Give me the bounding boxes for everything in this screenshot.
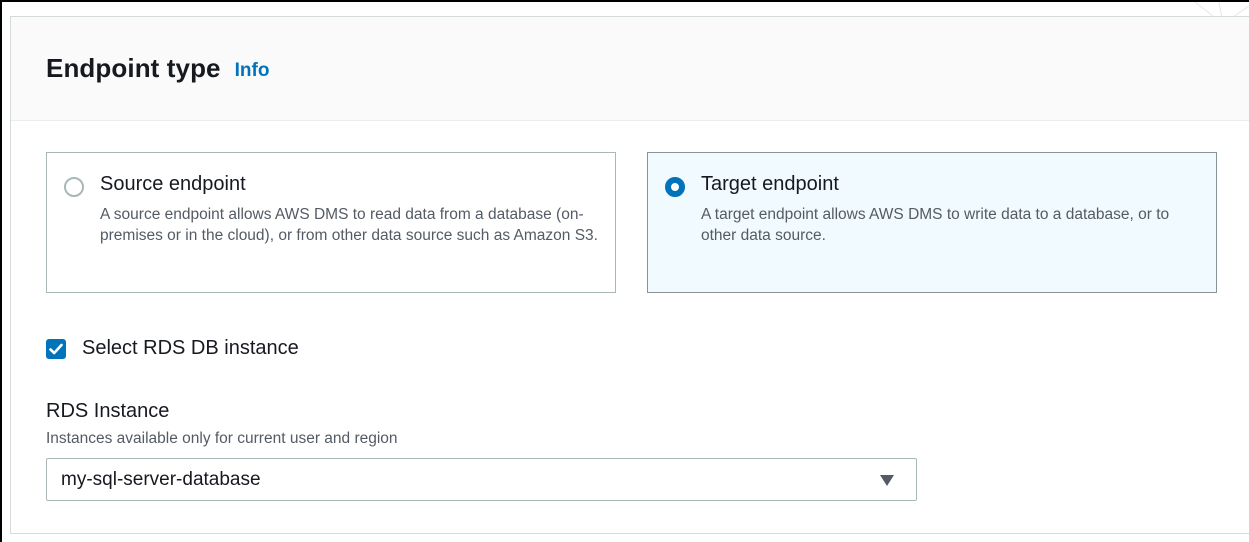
source-endpoint-radio[interactable] [64, 177, 84, 197]
checkmark-icon [49, 343, 63, 354]
target-endpoint-tile[interactable]: Target endpoint A target endpoint allows… [647, 152, 1217, 293]
page: Endpoint type Info Source endpoint A sou… [0, 0, 1249, 542]
rds-instance-select[interactable]: my-sql-server-database [46, 458, 917, 501]
source-endpoint-description: A source endpoint allows AWS DMS to read… [100, 206, 598, 244]
endpoint-type-panel: Endpoint type Info Source endpoint A sou… [10, 16, 1249, 534]
caret-down-icon [880, 475, 894, 486]
info-link[interactable]: Info [235, 60, 270, 82]
source-endpoint-label: Source endpoint [100, 173, 246, 195]
target-endpoint-label: Target endpoint [701, 173, 839, 195]
target-endpoint-radio[interactable] [665, 177, 685, 197]
panel-title: Endpoint type [46, 53, 221, 83]
select-rds-checkbox-label: Select RDS DB instance [82, 337, 299, 359]
select-rds-checkbox[interactable] [46, 338, 66, 359]
rds-instance-selected-value: my-sql-server-database [61, 469, 261, 490]
select-rds-checkbox-row[interactable]: Select RDS DB instance [46, 337, 299, 360]
rds-instance-label: RDS Instance [46, 400, 170, 422]
panel-header: Endpoint type Info [11, 17, 1249, 121]
rds-instance-description: Instances available only for current use… [46, 430, 398, 447]
source-endpoint-tile[interactable]: Source endpoint A source endpoint allows… [46, 152, 616, 293]
target-endpoint-description: A target endpoint allows AWS DMS to writ… [701, 206, 1170, 244]
